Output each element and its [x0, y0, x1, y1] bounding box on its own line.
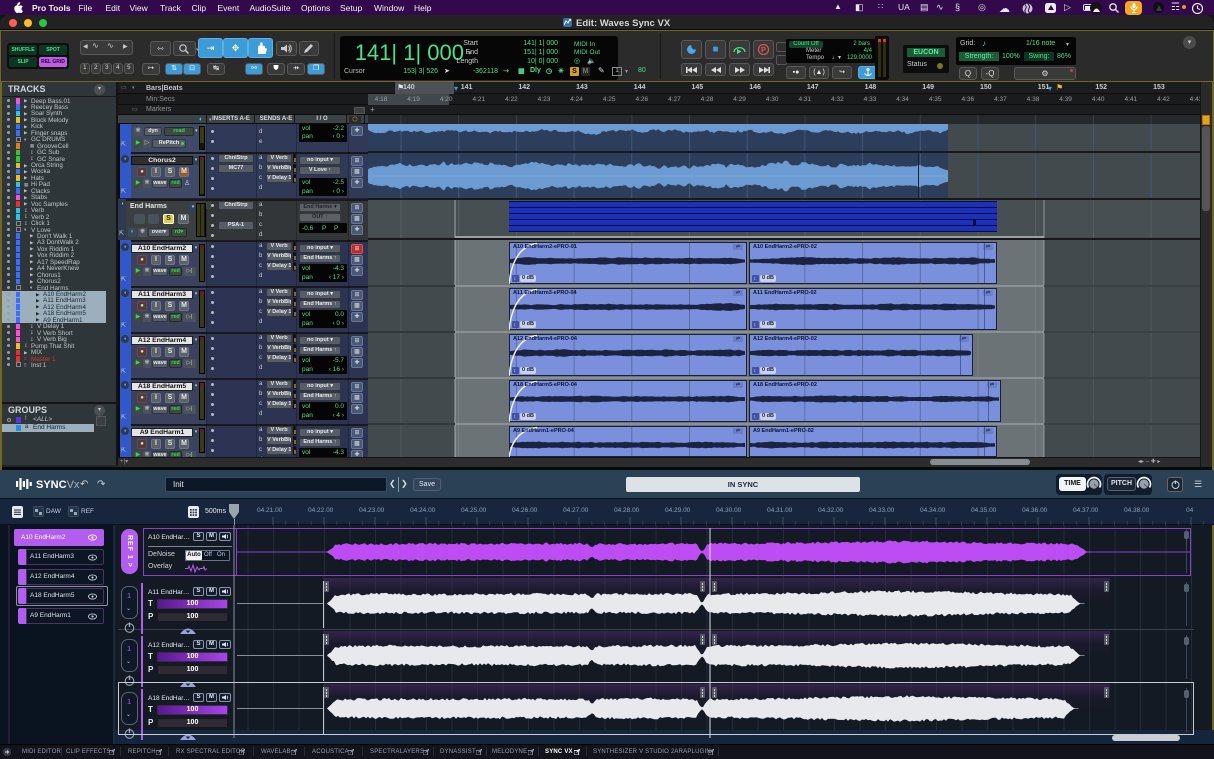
- svg-text:P: P: [761, 45, 766, 54]
